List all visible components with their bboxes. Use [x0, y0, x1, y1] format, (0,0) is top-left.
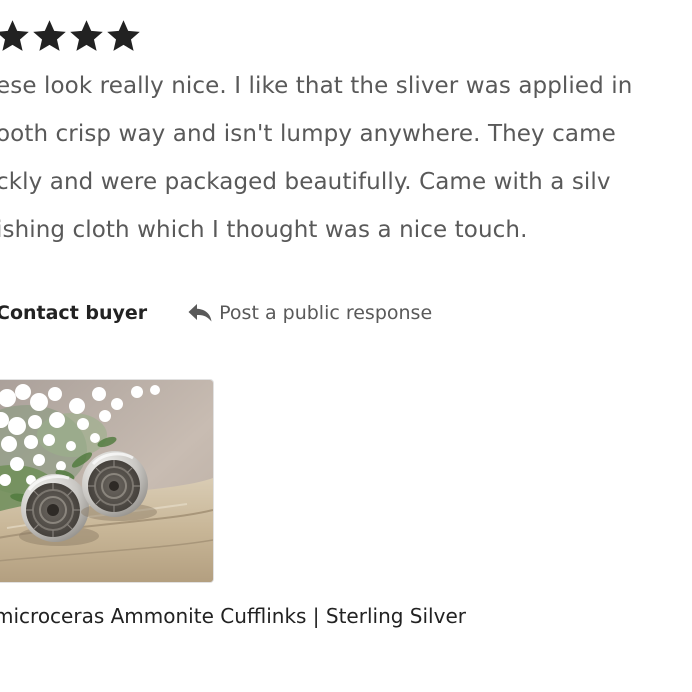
post-public-response-link[interactable]: Post a public response — [187, 302, 432, 324]
product-title-link[interactable]: microceras Ammonite Cufflinks | Sterling… — [0, 604, 466, 628]
contact-buyer-link[interactable]: Contact buyer — [0, 302, 147, 324]
review-line: ishing cloth which I thought was a nice … — [0, 217, 528, 243]
review-line: ooth crisp way and isn't lumpy anywhere.… — [0, 121, 616, 147]
star-icon — [68, 16, 105, 56]
post-public-response-label: Post a public response — [219, 302, 433, 324]
review-actions: Contact buyer Post a public response — [0, 302, 432, 324]
star-rating — [0, 16, 142, 56]
review-line: ese look really nice. I like that the sl… — [0, 73, 633, 99]
review-line: ckly and were packaged beautifully. Came… — [0, 169, 611, 195]
review-text: ese look really nice. I like that the sl… — [0, 62, 692, 254]
star-icon — [0, 16, 31, 56]
star-icon — [31, 16, 68, 56]
product-image[interactable] — [0, 379, 214, 583]
star-icon — [105, 16, 142, 56]
reply-arrow-icon — [187, 302, 213, 324]
